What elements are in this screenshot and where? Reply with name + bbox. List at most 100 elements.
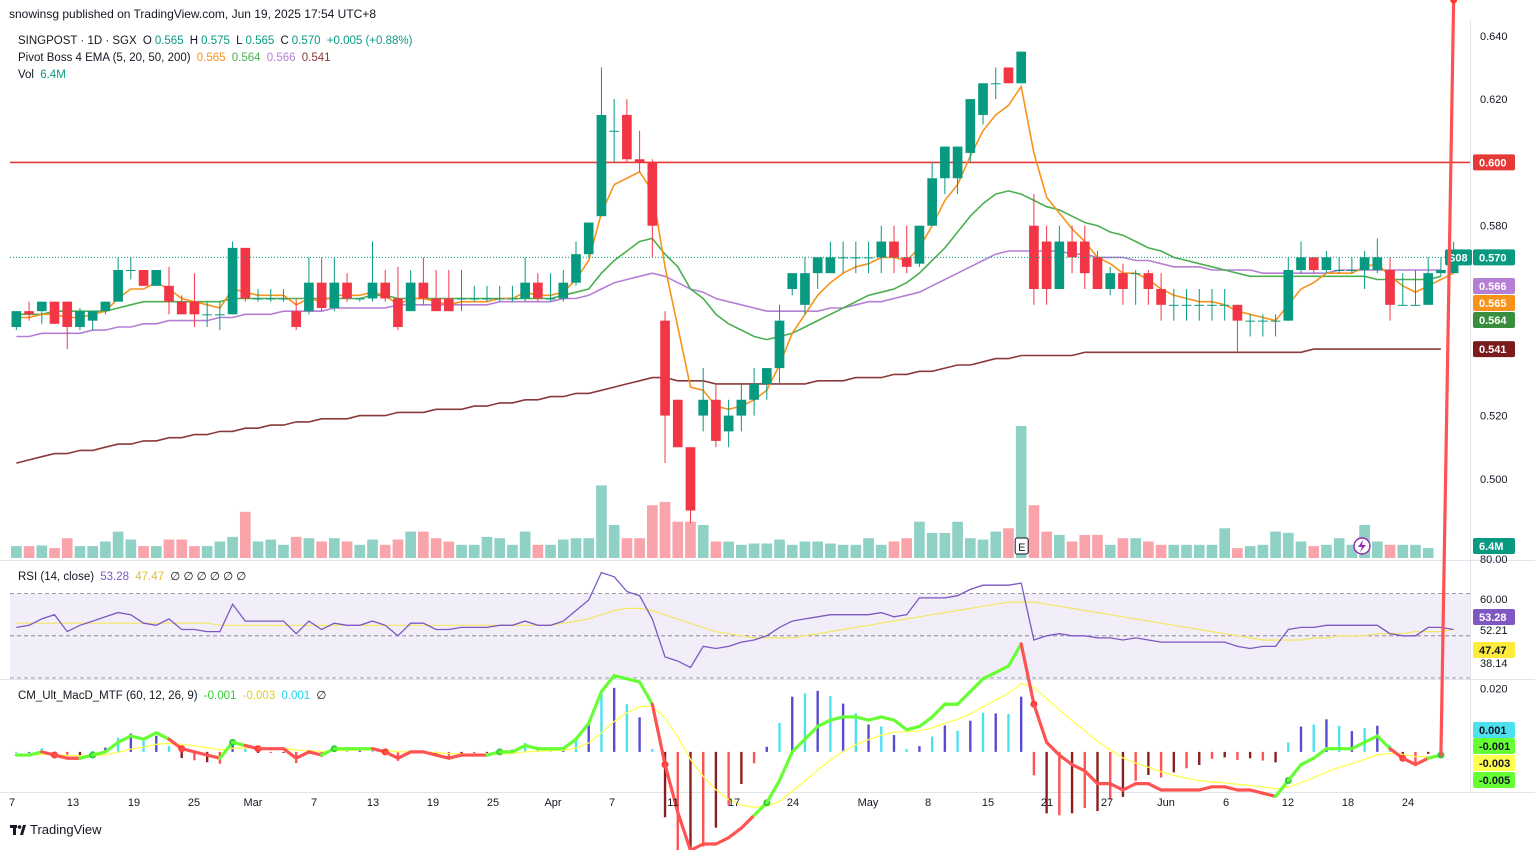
macd-line-segment [1197, 785, 1214, 792]
ema200-badge-text: 0.541 [1479, 344, 1507, 356]
time-tick-label: 18 [1342, 797, 1354, 809]
macd-line-segment [1223, 785, 1240, 792]
candle-body [1308, 257, 1319, 271]
volume-bar [507, 544, 518, 558]
volume-bar [1143, 541, 1154, 558]
macd-line-segment [1146, 782, 1163, 792]
rsi-ma-badge-text: 47.47 [1479, 645, 1507, 657]
macd-line-segment [1312, 747, 1329, 760]
candle-body [1067, 241, 1077, 258]
time-tick-label: May [858, 797, 879, 809]
macd-histogram-bar [1427, 751, 1430, 754]
macd-line-segment [307, 750, 324, 757]
macd-badge-3-text: -0.003 [1479, 758, 1510, 770]
volume-bar [1028, 505, 1040, 558]
candle-body [825, 257, 836, 274]
macd-histogram-bar [1274, 751, 1277, 763]
volume-bar [761, 543, 773, 558]
macd-histogram-bar [1185, 751, 1188, 769]
rsi-tick-label: 38.14 [1480, 658, 1508, 670]
volume-bar [634, 538, 645, 558]
volume-bar [901, 538, 913, 558]
candle-body [151, 270, 162, 286]
candle-body [889, 241, 899, 258]
candle-body [622, 114, 632, 160]
macd-histogram-bar [918, 746, 921, 752]
macd-histogram-bar [689, 751, 692, 850]
macd-line-segment [154, 731, 171, 741]
volume-bar [443, 541, 455, 558]
volume-bar [49, 548, 60, 558]
candle-body [11, 311, 22, 327]
footer: TradingView [10, 822, 102, 837]
volume-bar [1181, 544, 1192, 558]
candle-body [100, 301, 111, 312]
volume-bar [1079, 534, 1091, 558]
volume-bar [1219, 528, 1231, 558]
candle-body [990, 83, 1001, 85]
macd-histogram-bar [612, 687, 616, 752]
volume-bar [214, 541, 226, 558]
volume-bar [405, 531, 416, 558]
macd-histogram-bar [460, 751, 463, 754]
time-tick-label: 6 [1223, 797, 1229, 809]
macd-histogram-bar [880, 726, 883, 752]
volume-bar [1244, 546, 1256, 558]
candle-body [1207, 304, 1217, 306]
macd-badge-2-text: -0.001 [1479, 741, 1510, 753]
candle-body [215, 314, 225, 316]
candle-body [329, 282, 340, 308]
candle-body [723, 415, 734, 432]
volume-bar [227, 536, 238, 558]
candle-body [558, 282, 569, 299]
candle-body [571, 254, 581, 283]
volume-bar [545, 544, 556, 558]
candle-body [24, 311, 34, 315]
candle-body [189, 301, 200, 315]
macd-histogram-bar [1325, 719, 1328, 752]
volume-bar [774, 539, 785, 558]
macd-histogram-bar [905, 749, 908, 752]
candle-body [1054, 241, 1065, 289]
macd-histogram-bar [1261, 751, 1265, 761]
volume-bar [1295, 541, 1307, 558]
volume-bar [977, 539, 989, 558]
time-tick-label: 12 [1282, 797, 1294, 809]
macd-line-segment [968, 677, 985, 694]
candle-body [1232, 304, 1243, 321]
macd-line-segment [1070, 762, 1087, 773]
macd-histogram-bar [867, 724, 870, 752]
macd-line-segment [790, 737, 807, 754]
candle-body [431, 298, 441, 312]
candle-body [126, 270, 136, 272]
time-tick-label: 24 [787, 797, 799, 809]
macd-line-segment [917, 715, 934, 729]
candle-body [685, 447, 696, 511]
candle-body [1397, 304, 1408, 306]
candle-body [1219, 304, 1230, 306]
macd-histogram-bar [969, 720, 972, 752]
macd-histogram-bar [180, 751, 183, 758]
candle-body [698, 399, 709, 416]
volume-bar [392, 539, 404, 558]
tradingview-logo-icon [10, 824, 26, 836]
macd-histogram-bar [752, 751, 756, 764]
volume-bar [888, 541, 900, 558]
macd-histogram-bar [1083, 751, 1086, 809]
volume-bar [812, 541, 824, 558]
volume-bar [1384, 544, 1396, 558]
candle-body [1270, 320, 1281, 322]
ema20-badge: 0.564 [1473, 312, 1515, 328]
volume-bar [596, 485, 607, 558]
volume-bar [303, 538, 315, 558]
candle-body [1181, 304, 1192, 306]
volume-bar [163, 539, 175, 558]
candle-body [965, 99, 976, 153]
price-chart[interactable]: 0.6400.6200.6000.5800.5200.5000.480ES080… [0, 0, 1535, 850]
volume-bar [621, 538, 633, 558]
candle-body [1194, 304, 1205, 306]
macd-badge-2: -0.001 [1473, 738, 1515, 754]
volume-bar [87, 546, 99, 558]
volume-bar [278, 544, 289, 558]
volume-bar [557, 539, 569, 558]
